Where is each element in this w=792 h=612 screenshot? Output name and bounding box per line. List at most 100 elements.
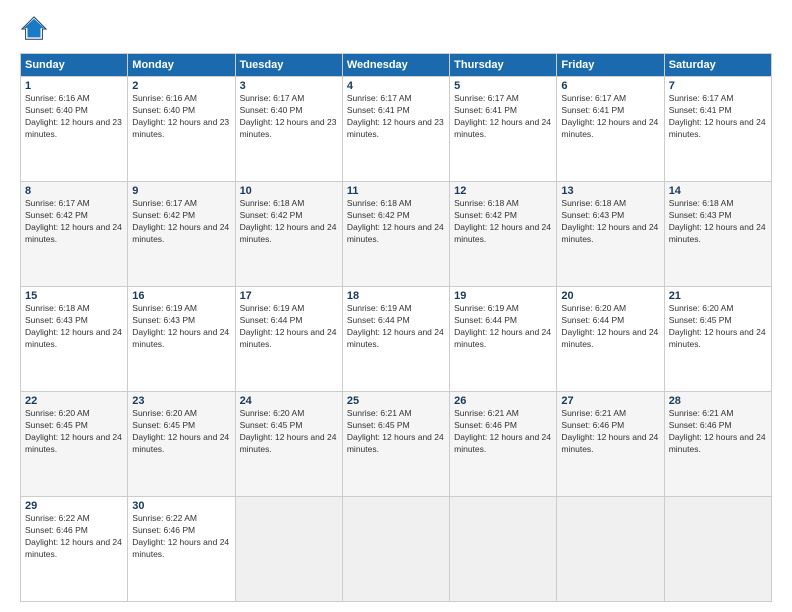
weekday-header-friday: Friday: [557, 54, 664, 77]
week-row-5: 29 Sunrise: 6:22 AM Sunset: 6:46 PM Dayl…: [21, 497, 772, 602]
day-info: Sunrise: 6:21 AM Sunset: 6:45 PM Dayligh…: [347, 408, 445, 456]
day-info: Sunrise: 6:16 AM Sunset: 6:40 PM Dayligh…: [25, 93, 123, 141]
day-number: 25: [347, 395, 445, 407]
weekday-header-thursday: Thursday: [450, 54, 557, 77]
calendar-cell: 12 Sunrise: 6:18 AM Sunset: 6:42 PM Dayl…: [450, 182, 557, 287]
day-number: 13: [561, 185, 659, 197]
day-number: 20: [561, 290, 659, 302]
calendar-cell: 8 Sunrise: 6:17 AM Sunset: 6:42 PM Dayli…: [21, 182, 128, 287]
day-number: 30: [132, 500, 230, 512]
day-number: 7: [669, 80, 767, 92]
day-info: Sunrise: 6:21 AM Sunset: 6:46 PM Dayligh…: [561, 408, 659, 456]
day-info: Sunrise: 6:21 AM Sunset: 6:46 PM Dayligh…: [669, 408, 767, 456]
calendar-cell: [235, 497, 342, 602]
week-row-4: 22 Sunrise: 6:20 AM Sunset: 6:45 PM Dayl…: [21, 392, 772, 497]
day-info: Sunrise: 6:18 AM Sunset: 6:42 PM Dayligh…: [347, 198, 445, 246]
calendar-cell: 6 Sunrise: 6:17 AM Sunset: 6:41 PM Dayli…: [557, 77, 664, 182]
day-number: 22: [25, 395, 123, 407]
day-number: 3: [240, 80, 338, 92]
weekday-header-saturday: Saturday: [664, 54, 771, 77]
calendar-cell: 28 Sunrise: 6:21 AM Sunset: 6:46 PM Dayl…: [664, 392, 771, 497]
calendar-table: SundayMondayTuesdayWednesdayThursdayFrid…: [20, 53, 772, 602]
day-number: 28: [669, 395, 767, 407]
day-number: 23: [132, 395, 230, 407]
day-number: 1: [25, 80, 123, 92]
day-info: Sunrise: 6:17 AM Sunset: 6:41 PM Dayligh…: [561, 93, 659, 141]
day-info: Sunrise: 6:17 AM Sunset: 6:42 PM Dayligh…: [132, 198, 230, 246]
day-info: Sunrise: 6:22 AM Sunset: 6:46 PM Dayligh…: [25, 513, 123, 561]
calendar-header-row: SundayMondayTuesdayWednesdayThursdayFrid…: [21, 54, 772, 77]
calendar-cell: 4 Sunrise: 6:17 AM Sunset: 6:41 PM Dayli…: [342, 77, 449, 182]
day-number: 21: [669, 290, 767, 302]
day-number: 26: [454, 395, 552, 407]
day-info: Sunrise: 6:20 AM Sunset: 6:45 PM Dayligh…: [669, 303, 767, 351]
calendar-cell: 11 Sunrise: 6:18 AM Sunset: 6:42 PM Dayl…: [342, 182, 449, 287]
page: SundayMondayTuesdayWednesdayThursdayFrid…: [0, 0, 792, 612]
day-info: Sunrise: 6:17 AM Sunset: 6:41 PM Dayligh…: [669, 93, 767, 141]
day-info: Sunrise: 6:18 AM Sunset: 6:42 PM Dayligh…: [240, 198, 338, 246]
day-info: Sunrise: 6:20 AM Sunset: 6:45 PM Dayligh…: [132, 408, 230, 456]
calendar-cell: 22 Sunrise: 6:20 AM Sunset: 6:45 PM Dayl…: [21, 392, 128, 497]
header: [20, 15, 772, 43]
day-number: 29: [25, 500, 123, 512]
day-info: Sunrise: 6:16 AM Sunset: 6:40 PM Dayligh…: [132, 93, 230, 141]
calendar-cell: 30 Sunrise: 6:22 AM Sunset: 6:46 PM Dayl…: [128, 497, 235, 602]
calendar-cell: 25 Sunrise: 6:21 AM Sunset: 6:45 PM Dayl…: [342, 392, 449, 497]
day-info: Sunrise: 6:20 AM Sunset: 6:45 PM Dayligh…: [25, 408, 123, 456]
calendar-cell: 14 Sunrise: 6:18 AM Sunset: 6:43 PM Dayl…: [664, 182, 771, 287]
day-info: Sunrise: 6:19 AM Sunset: 6:44 PM Dayligh…: [347, 303, 445, 351]
day-info: Sunrise: 6:18 AM Sunset: 6:42 PM Dayligh…: [454, 198, 552, 246]
day-number: 14: [669, 185, 767, 197]
day-number: 16: [132, 290, 230, 302]
day-number: 18: [347, 290, 445, 302]
day-info: Sunrise: 6:17 AM Sunset: 6:40 PM Dayligh…: [240, 93, 338, 141]
calendar-cell: 13 Sunrise: 6:18 AM Sunset: 6:43 PM Dayl…: [557, 182, 664, 287]
day-number: 11: [347, 185, 445, 197]
day-info: Sunrise: 6:19 AM Sunset: 6:43 PM Dayligh…: [132, 303, 230, 351]
day-number: 5: [454, 80, 552, 92]
week-row-2: 8 Sunrise: 6:17 AM Sunset: 6:42 PM Dayli…: [21, 182, 772, 287]
week-row-1: 1 Sunrise: 6:16 AM Sunset: 6:40 PM Dayli…: [21, 77, 772, 182]
calendar-cell: 18 Sunrise: 6:19 AM Sunset: 6:44 PM Dayl…: [342, 287, 449, 392]
day-info: Sunrise: 6:17 AM Sunset: 6:41 PM Dayligh…: [454, 93, 552, 141]
calendar-cell: [557, 497, 664, 602]
day-number: 8: [25, 185, 123, 197]
weekday-header-wednesday: Wednesday: [342, 54, 449, 77]
calendar-cell: 2 Sunrise: 6:16 AM Sunset: 6:40 PM Dayli…: [128, 77, 235, 182]
calendar-cell: 24 Sunrise: 6:20 AM Sunset: 6:45 PM Dayl…: [235, 392, 342, 497]
day-info: Sunrise: 6:21 AM Sunset: 6:46 PM Dayligh…: [454, 408, 552, 456]
day-number: 24: [240, 395, 338, 407]
calendar-cell: [664, 497, 771, 602]
day-info: Sunrise: 6:22 AM Sunset: 6:46 PM Dayligh…: [132, 513, 230, 561]
day-number: 2: [132, 80, 230, 92]
calendar-cell: 10 Sunrise: 6:18 AM Sunset: 6:42 PM Dayl…: [235, 182, 342, 287]
calendar-cell: 26 Sunrise: 6:21 AM Sunset: 6:46 PM Dayl…: [450, 392, 557, 497]
day-number: 9: [132, 185, 230, 197]
day-info: Sunrise: 6:20 AM Sunset: 6:44 PM Dayligh…: [561, 303, 659, 351]
day-number: 27: [561, 395, 659, 407]
calendar-cell: 1 Sunrise: 6:16 AM Sunset: 6:40 PM Dayli…: [21, 77, 128, 182]
day-number: 10: [240, 185, 338, 197]
logo-icon: [20, 15, 48, 43]
day-info: Sunrise: 6:18 AM Sunset: 6:43 PM Dayligh…: [669, 198, 767, 246]
calendar-cell: 23 Sunrise: 6:20 AM Sunset: 6:45 PM Dayl…: [128, 392, 235, 497]
calendar-cell: 7 Sunrise: 6:17 AM Sunset: 6:41 PM Dayli…: [664, 77, 771, 182]
calendar-cell: 15 Sunrise: 6:18 AM Sunset: 6:43 PM Dayl…: [21, 287, 128, 392]
day-info: Sunrise: 6:17 AM Sunset: 6:42 PM Dayligh…: [25, 198, 123, 246]
calendar-cell: [342, 497, 449, 602]
weekday-header-tuesday: Tuesday: [235, 54, 342, 77]
calendar-cell: 5 Sunrise: 6:17 AM Sunset: 6:41 PM Dayli…: [450, 77, 557, 182]
day-info: Sunrise: 6:20 AM Sunset: 6:45 PM Dayligh…: [240, 408, 338, 456]
day-info: Sunrise: 6:17 AM Sunset: 6:41 PM Dayligh…: [347, 93, 445, 141]
day-number: 17: [240, 290, 338, 302]
day-number: 6: [561, 80, 659, 92]
calendar-cell: [450, 497, 557, 602]
calendar-cell: 3 Sunrise: 6:17 AM Sunset: 6:40 PM Dayli…: [235, 77, 342, 182]
day-number: 12: [454, 185, 552, 197]
week-row-3: 15 Sunrise: 6:18 AM Sunset: 6:43 PM Dayl…: [21, 287, 772, 392]
day-number: 4: [347, 80, 445, 92]
weekday-header-sunday: Sunday: [21, 54, 128, 77]
day-number: 19: [454, 290, 552, 302]
calendar-cell: 9 Sunrise: 6:17 AM Sunset: 6:42 PM Dayli…: [128, 182, 235, 287]
calendar-cell: 17 Sunrise: 6:19 AM Sunset: 6:44 PM Dayl…: [235, 287, 342, 392]
